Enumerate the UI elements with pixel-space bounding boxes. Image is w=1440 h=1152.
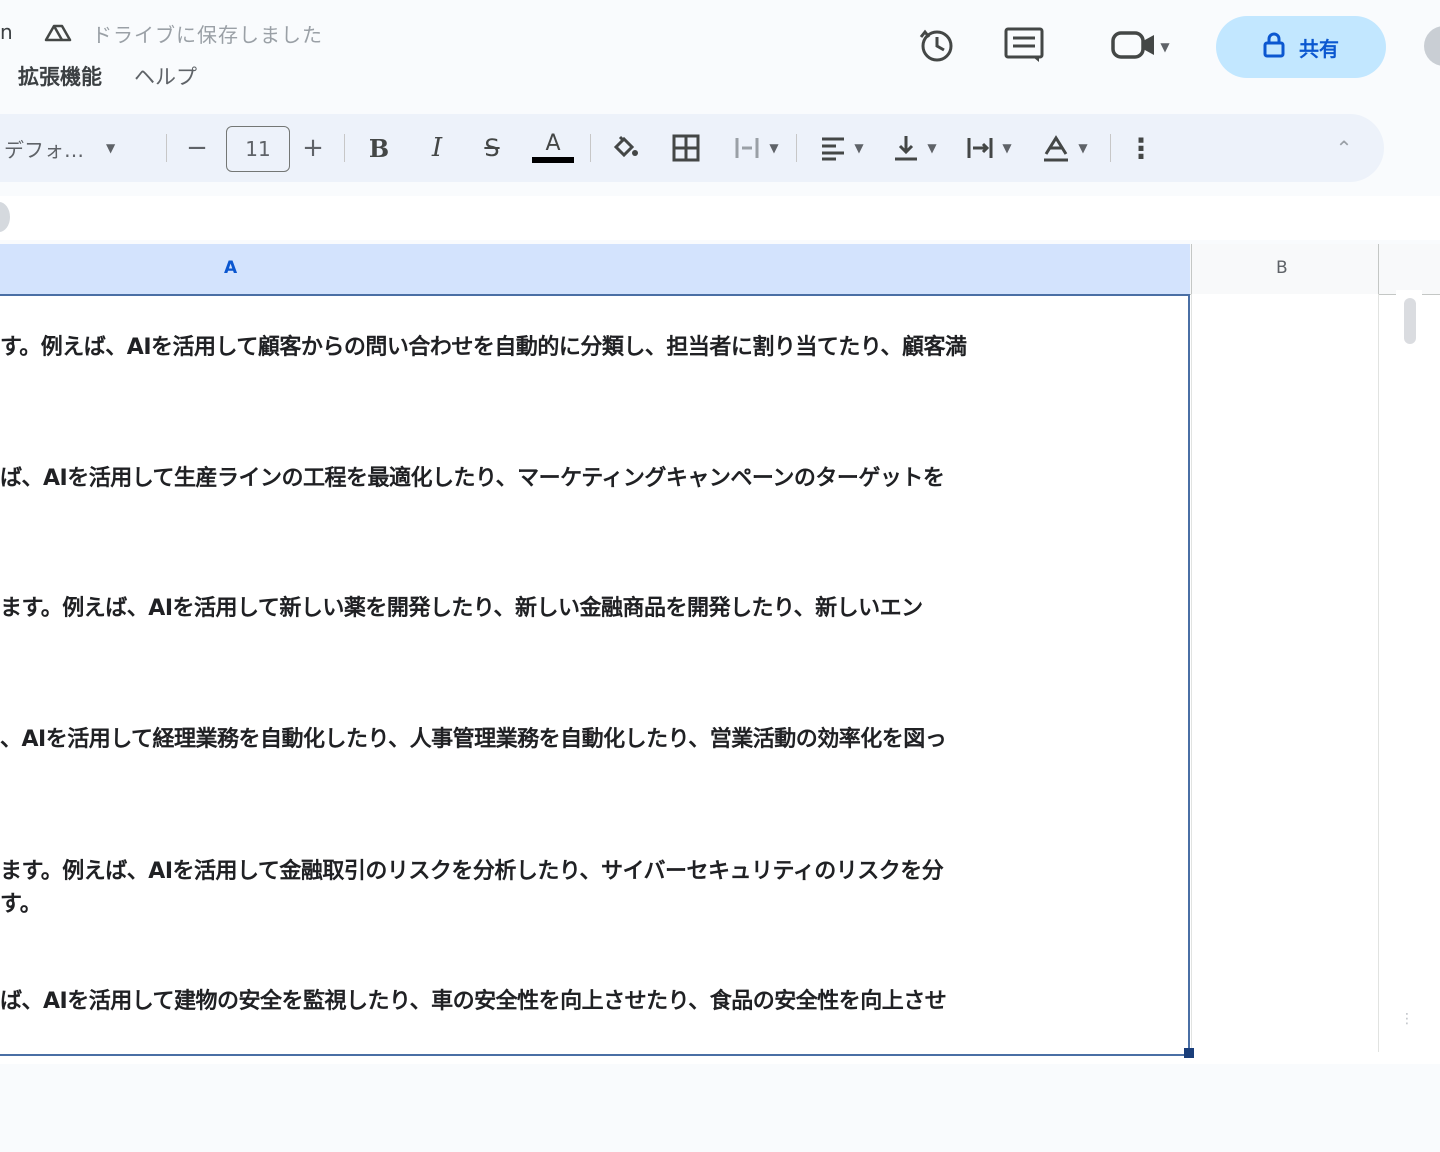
cell-text-line: ます。例えば、AIを活用して金融取引のリスクを分析したり、サイバーセキュリティの…: [0, 859, 944, 884]
text-color-letter: A: [545, 131, 561, 156]
toolbar-divider: [590, 134, 591, 162]
name-box[interactable]: [0, 202, 10, 232]
cell-text-line: ば、AIを活用して建物の安全を監視したり、車の安全性を向上させたり、食品の安全性…: [0, 989, 947, 1014]
fill-color-button[interactable]: [606, 114, 644, 182]
chevron-down-icon: ▼: [854, 141, 864, 155]
column-header-a[interactable]: A: [0, 244, 1190, 296]
vertical-scrollbar[interactable]: [1396, 290, 1422, 1050]
menu-extensions[interactable]: 拡張機能: [0, 62, 116, 94]
top-bar: n ドライブに保存しました 拡張機能 ヘルプ ▼ 共有: [0, 0, 1440, 110]
chevron-down-icon: ▼: [769, 141, 779, 155]
cell-b[interactable]: [1191, 294, 1379, 1052]
cell-text-line: す。例えば、AIを活用して顧客からの問い合わせを自動的に分類し、担当者に割り当て…: [0, 335, 967, 360]
merge-cells-button[interactable]: ▼: [726, 114, 786, 182]
column-header-b[interactable]: B: [1191, 244, 1379, 294]
text-color-swatch: [532, 157, 574, 163]
selected-cell-a[interactable]: す。例えば、AIを活用して顧客からの問い合わせを自動的に分類し、担当者に割り当て…: [0, 294, 1190, 1056]
history-icon: [916, 25, 956, 69]
column-header-label: A: [224, 258, 238, 278]
font-family-value: デフォ…: [4, 137, 84, 162]
italic-button[interactable]: I: [420, 114, 454, 182]
meet-button[interactable]: ▼: [1098, 24, 1182, 70]
meet-icon: [1110, 27, 1160, 67]
merge-icon: [733, 134, 761, 162]
text-rotation-button[interactable]: ▼: [1034, 114, 1096, 182]
font-size-input[interactable]: 11: [226, 126, 290, 172]
chevron-down-icon: ▼: [106, 141, 116, 155]
version-history-button[interactable]: [912, 24, 960, 70]
strikethrough-button[interactable]: S: [474, 114, 510, 182]
toolbar-divider: [1110, 134, 1111, 162]
borders-icon: [671, 133, 701, 163]
increase-font-size-button[interactable]: +: [298, 114, 328, 182]
borders-button[interactable]: [666, 114, 706, 182]
minus-icon: −: [186, 133, 208, 163]
comment-icon: [1003, 26, 1045, 68]
saved-status[interactable]: ドライブに保存しました: [92, 19, 323, 48]
toolbar-divider: [344, 134, 345, 162]
avatar[interactable]: [1424, 26, 1440, 66]
font-family-select[interactable]: デフォ… ▼: [4, 114, 154, 182]
collapse-toolbar-button[interactable]: ⌃: [1326, 114, 1362, 182]
chevron-down-icon: ▼: [1002, 141, 1012, 155]
align-left-icon: [820, 135, 846, 161]
decrease-font-size-button[interactable]: −: [182, 114, 212, 182]
lock-icon: [1263, 32, 1285, 63]
plus-icon: +: [302, 133, 324, 163]
text-rotation-icon: [1042, 134, 1070, 162]
cell-text-line: ます。例えば、AIを活用して新しい薬を開発したり、新しい金融商品を開発したり、新…: [0, 596, 923, 621]
toolbar-divider: [796, 134, 797, 162]
vertical-align-button[interactable]: ▼: [886, 114, 944, 182]
chevron-down-icon: ▼: [1078, 141, 1088, 155]
drive-icon[interactable]: [42, 18, 74, 46]
cell-text-line: ば、AIを活用して生産ラインの工程を最適化したり、マーケティングキャンペーンのタ…: [0, 466, 945, 491]
bold-button[interactable]: B: [362, 114, 396, 182]
cell-text-line: 、AIを活用して経理業務を自動化したり、人事管理業務を自動化したり、営業活動の効…: [0, 727, 947, 752]
more-options-button[interactable]: ⋮: [1126, 114, 1156, 182]
text-wrapping-button[interactable]: ▼: [958, 114, 1020, 182]
share-label: 共有: [1299, 36, 1339, 61]
menu-help[interactable]: ヘルプ: [116, 62, 211, 94]
resize-handle-icon[interactable]: ⋮: [1400, 1012, 1414, 1026]
wrap-icon: [966, 135, 994, 161]
document-title[interactable]: n: [0, 20, 13, 44]
toolbar-divider: [166, 134, 167, 162]
spreadsheet-grid: A B す。例えば、AIを活用して顧客からの問い合わせを自動的に分類し、担当者に…: [0, 244, 1440, 1064]
formatting-toolbar: デフォ… ▼ − 11 + B I S A ▼ ▼ ▼ ▼ ▼ ⋮ ⌃: [0, 114, 1384, 182]
chevron-down-icon: ▼: [1160, 40, 1170, 54]
text-color-button[interactable]: A: [530, 114, 576, 182]
scrollbar-thumb[interactable]: [1404, 298, 1416, 344]
column-header-label: B: [1276, 258, 1288, 278]
chevron-down-icon: ▼: [927, 141, 937, 155]
paint-bucket-icon: [610, 133, 640, 163]
fill-handle[interactable]: [1184, 1048, 1194, 1058]
sheet-footer: [0, 1064, 1440, 1152]
cell-text-line: す。: [0, 892, 42, 917]
comments-button[interactable]: [1000, 24, 1048, 70]
horizontal-align-button[interactable]: ▼: [812, 114, 872, 182]
align-bottom-icon: [893, 134, 919, 162]
menu-bar: 拡張機能 ヘルプ: [0, 62, 211, 94]
formula-bar[interactable]: [0, 196, 1440, 240]
share-button[interactable]: 共有: [1216, 16, 1386, 78]
